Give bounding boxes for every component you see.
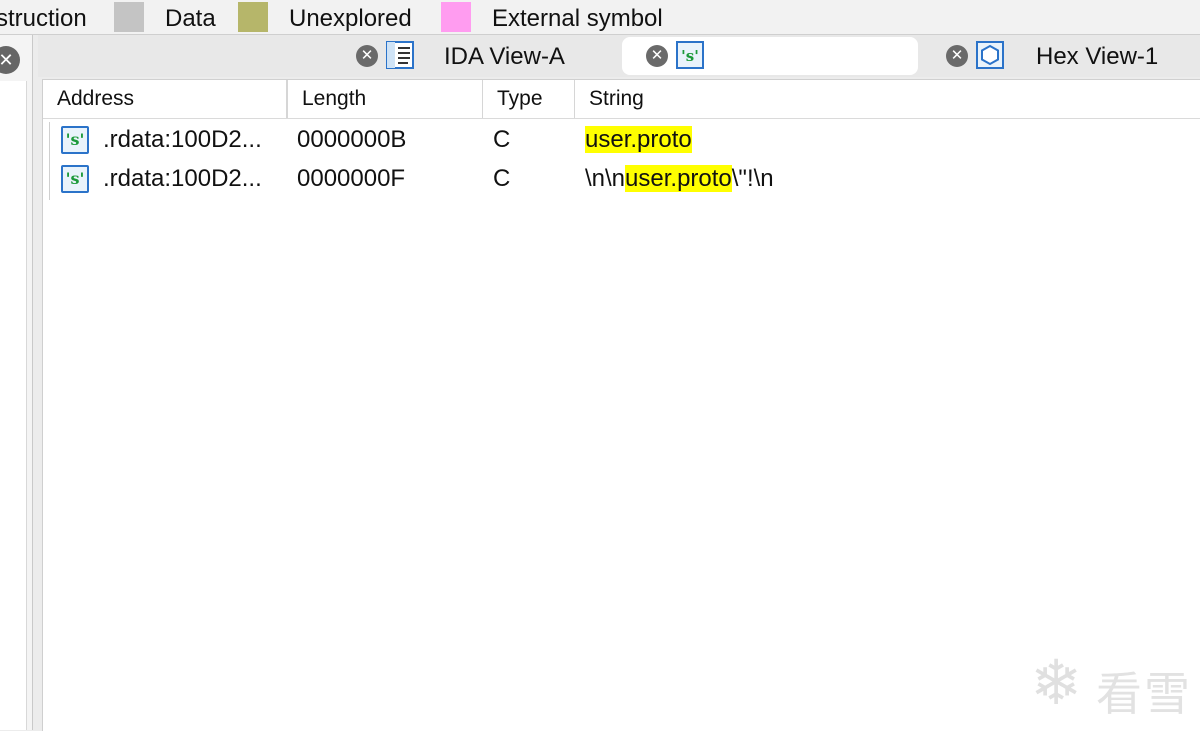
cell-type: C: [493, 126, 511, 153]
string-s-icon: 's': [61, 126, 89, 154]
cell-address: .rdata:100D2...: [103, 126, 262, 153]
left-side-panel-content: [0, 81, 27, 730]
search-highlight: user.proto: [625, 165, 732, 192]
string-prefix: \n\n: [585, 165, 626, 192]
column-header-length[interactable]: Length: [287, 80, 483, 118]
legend-label-instruction: struction: [0, 5, 87, 32]
string-s-icon: 's': [61, 165, 89, 193]
cell-string: user.proto: [585, 121, 692, 159]
tab-hex-view-1[interactable]: ✕ Hex View-1: [932, 37, 1200, 75]
tab-strings[interactable]: ✕ 's': [622, 37, 918, 75]
strings-icon: 's': [676, 41, 704, 69]
search-highlight: user.proto: [585, 126, 692, 153]
cell-string: \n\nuser.proto\"!\n: [585, 160, 774, 198]
cell-address: .rdata:100D2...: [103, 165, 262, 192]
cell-length: 0000000B: [297, 126, 407, 153]
tab-label: IDA View-A: [444, 43, 565, 70]
legend-label-unexplored: Unexplored: [289, 5, 412, 32]
legend-swatch-instruction: [114, 2, 144, 32]
strings-panel: Address Length Type String 's' .rdata:10…: [42, 79, 1200, 731]
table-row[interactable]: 's' .rdata:100D2... 0000000B C user.prot…: [43, 121, 1200, 159]
column-header-string[interactable]: String: [575, 80, 1200, 118]
tab-ida-view-a[interactable]: ✕ IDA View-A: [338, 37, 618, 75]
snowflake-icon: ❄: [1030, 646, 1082, 719]
left-side-panel: [0, 35, 33, 730]
legend-swatch-unexplored: [441, 2, 471, 32]
tab-close-icon[interactable]: ✕: [646, 45, 668, 67]
watermark: ❄ 看雪: [1030, 652, 1200, 722]
legend-label-data: Data: [165, 5, 216, 32]
ida-view-icon: [386, 41, 414, 69]
tab-bar: ✕ IDA View-A ✕ 's' ✕ Hex View-1: [38, 35, 1200, 77]
table-header: Address Length Type String: [43, 80, 1200, 119]
legend-label-external-symbol: External symbol: [492, 5, 663, 32]
column-header-address[interactable]: Address: [43, 80, 287, 118]
tab-label: Hex View-1: [1036, 43, 1159, 70]
color-legend-bar: struction Data Unexplored External symbo…: [0, 0, 1200, 35]
legend-swatch-data: [238, 2, 268, 32]
cell-length: 0000000F: [297, 165, 406, 192]
string-suffix: \"!\n: [731, 165, 774, 192]
watermark-text: 看雪: [1096, 667, 1192, 721]
cell-type: C: [493, 165, 511, 192]
svg-text:'s': 's': [681, 47, 699, 65]
hex-view-icon: [976, 41, 1004, 69]
tab-close-icon[interactable]: ✕: [946, 45, 968, 67]
tab-close-icon[interactable]: ✕: [356, 45, 378, 67]
table-row[interactable]: 's' .rdata:100D2... 0000000F C \n\nuser.…: [43, 160, 1200, 198]
column-header-type[interactable]: Type: [483, 80, 575, 118]
